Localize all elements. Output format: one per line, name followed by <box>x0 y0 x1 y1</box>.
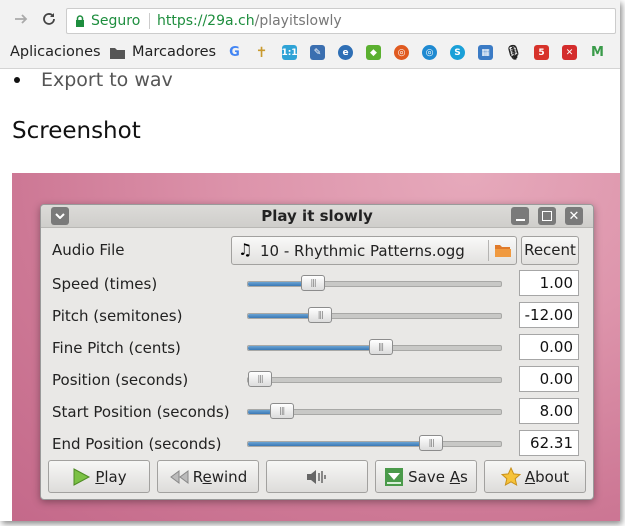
control-slider[interactable]: ||| <box>247 307 502 323</box>
bookmarks-folder[interactable]: Marcadores <box>132 44 216 60</box>
chooser-divider <box>488 240 489 261</box>
close-button[interactable]: ✕ <box>565 207 583 225</box>
chart-bookmark-icon[interactable]: ✎ <box>310 45 325 60</box>
control-slider[interactable]: ||| <box>247 435 502 451</box>
control-value-input[interactable]: -12.00 <box>519 302 579 328</box>
bookmarks-bar: Aplicaciones Marcadores G ✝ 1:1 ✎ e ◆ ◎ … <box>0 38 620 69</box>
control-label: End Position (seconds) <box>52 435 222 453</box>
save-icon <box>385 467 404 486</box>
play-icon <box>73 467 91 486</box>
music-note-icon: ♫ <box>238 240 253 259</box>
slider-handle[interactable]: ||| <box>419 435 444 451</box>
target-icon[interactable]: ◎ <box>422 45 437 60</box>
lock-icon <box>76 15 84 27</box>
audio-file-chooser[interactable]: ♫ 10 - Rhythmic Patterns.ogg <box>231 236 517 265</box>
cross-icon[interactable]: ✝ <box>254 45 269 61</box>
folder-open-icon <box>495 245 511 257</box>
browser-toolbar: Seguro https://29a.ch/playitslowly <box>0 0 620 38</box>
audio-file-label: Audio File <box>52 241 125 259</box>
url-host: https://29a.ch <box>157 13 255 29</box>
recent-button[interactable]: Recent <box>521 236 579 265</box>
speaker-icon <box>307 469 326 484</box>
slider-fill <box>248 410 271 414</box>
slider-handle[interactable]: ||| <box>269 403 294 419</box>
minimize-icon <box>515 219 525 221</box>
app-titlebar: Play it slowly ✕ <box>41 205 593 228</box>
section-heading: Screenshot <box>12 118 141 144</box>
m-icon[interactable]: M <box>590 45 605 60</box>
control-label: Start Position (seconds) <box>52 403 230 421</box>
omnibox-divider <box>149 13 150 29</box>
slider-fill <box>248 314 312 318</box>
google-icon[interactable]: G <box>227 45 242 60</box>
control-label: Position (seconds) <box>52 371 189 389</box>
globe-icon[interactable]: e <box>338 45 353 60</box>
star-icon <box>500 466 521 486</box>
minimize-button[interactable] <box>511 207 529 225</box>
volume-button[interactable] <box>266 460 368 493</box>
maximize-button[interactable] <box>538 207 556 225</box>
reload-icon <box>43 13 55 25</box>
control-slider[interactable]: ||| <box>247 403 502 419</box>
play-label: Play <box>95 467 127 486</box>
about-label: About <box>524 467 570 486</box>
maximize-icon <box>542 211 552 221</box>
control-slider[interactable]: ||| <box>247 275 502 291</box>
apps-shortcut[interactable]: Aplicaciones <box>10 44 101 60</box>
slider-fill <box>248 346 375 350</box>
url-path: /playitslowly <box>254 13 342 29</box>
red-shield-icon[interactable]: ✕ <box>562 45 577 60</box>
control-value-input[interactable]: 0.00 <box>519 366 579 392</box>
slider-handle[interactable]: ||| <box>248 371 272 387</box>
address-bar[interactable]: Seguro https://29a.ch/playitslowly <box>66 8 616 34</box>
save-as-label: Save As <box>408 467 468 486</box>
chat-icon[interactable]: 1:1 <box>281 45 298 60</box>
slider-fill <box>248 282 304 286</box>
url-text: https://29a.ch/playitslowly <box>157 9 342 33</box>
rewind-button[interactable]: Rewind <box>157 460 259 493</box>
play-button[interactable]: Play <box>48 460 150 493</box>
app-window: Play it slowly ✕ Audio File ♫ 10 - Rhyth… <box>40 204 594 500</box>
rewind-label: Rewind <box>192 467 248 486</box>
control-value-input[interactable]: 8.00 <box>519 398 579 424</box>
slider-handle[interactable]: ||| <box>301 275 326 291</box>
control-slider[interactable]: ||| <box>247 339 502 355</box>
android-icon[interactable]: ◆ <box>366 45 381 60</box>
rewind-icon <box>169 469 189 484</box>
forward-button[interactable] <box>10 8 32 30</box>
slider-handle[interactable]: ||| <box>308 307 333 323</box>
control-label: Speed (times) <box>52 275 158 293</box>
microphone-icon[interactable]: 🎙 <box>505 45 523 61</box>
control-label: Pitch (semitones) <box>52 307 183 325</box>
control-value-input[interactable]: 62.31 <box>519 430 579 456</box>
folder-icon <box>110 48 125 59</box>
audio-file-name: 10 - Rhythmic Patterns.ogg <box>260 242 465 260</box>
control-slider[interactable]: ||| <box>247 371 502 387</box>
control-label: Fine Pitch (cents) <box>52 339 181 357</box>
security-label: Seguro <box>91 13 141 29</box>
reload-button[interactable] <box>38 8 60 30</box>
bullet-dot <box>14 77 20 83</box>
feature-list-item: Export to wav <box>41 69 173 91</box>
control-value-input[interactable]: 1.00 <box>519 270 579 296</box>
browser-window: Seguro https://29a.ch/playitslowly Aplic… <box>0 0 620 521</box>
slider-handle[interactable]: ||| <box>368 339 393 355</box>
swirl-icon[interactable]: S <box>450 45 465 60</box>
grid-icon[interactable]: ▦ <box>478 45 493 60</box>
about-button[interactable]: About <box>484 460 586 493</box>
ubuntu-icon[interactable]: ◎ <box>394 45 409 60</box>
save-as-button[interactable]: Save As <box>375 460 477 493</box>
html5-icon[interactable]: 5 <box>534 45 549 60</box>
close-icon: ✕ <box>568 208 580 224</box>
control-value-input[interactable]: 0.00 <box>519 334 579 360</box>
forward-arrow-icon <box>15 14 28 24</box>
slider-fill <box>248 442 428 446</box>
